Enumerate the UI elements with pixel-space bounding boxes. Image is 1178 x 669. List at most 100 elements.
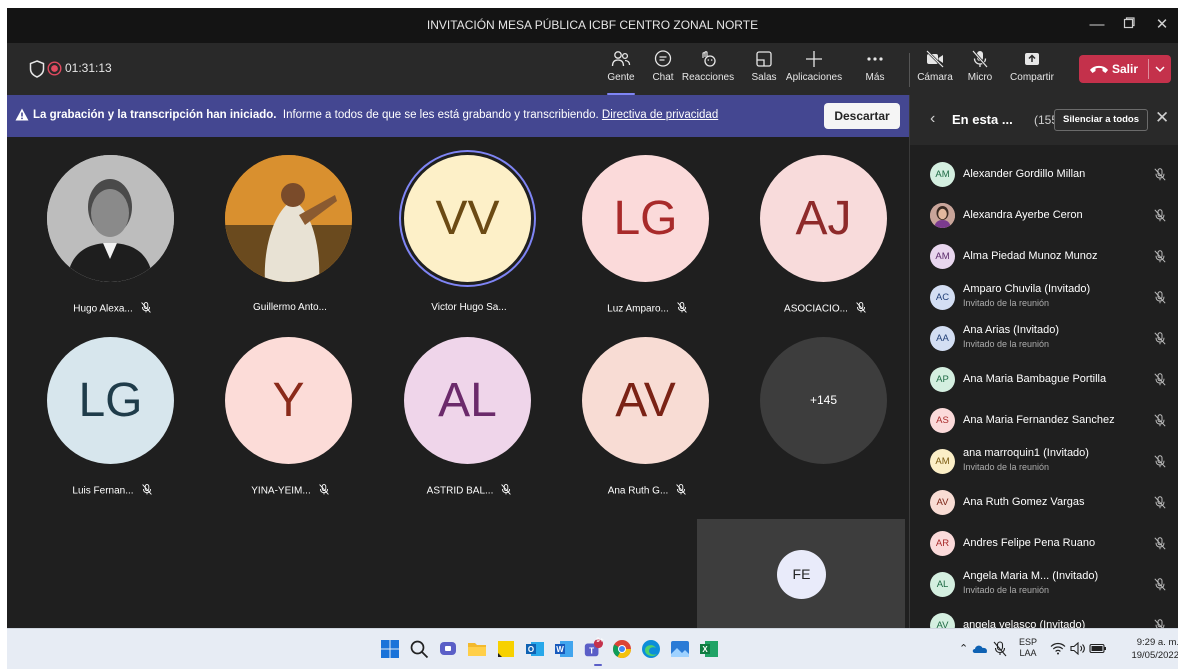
photos-icon[interactable] (670, 639, 690, 659)
search-icon[interactable] (409, 639, 429, 659)
volume-icon[interactable] (1070, 642, 1086, 655)
participant-row[interactable]: AS Ana Maria Fernandez Sanchez (910, 400, 1172, 441)
participant-avatar: AV (582, 337, 709, 464)
participant-name: Alexander Gordillo Millan (963, 168, 1086, 180)
sticky-notes-icon[interactable] (496, 639, 516, 659)
outlook-icon[interactable]: O (525, 639, 545, 659)
mic-muted-icon (1154, 209, 1166, 227)
more-button[interactable]: Más (847, 49, 903, 93)
windows-taskbar: O W T 9+ X ⌃ ESP LAA 9:29 a. m. 19/05/20… (7, 628, 1178, 669)
wifi-icon[interactable] (1050, 642, 1066, 655)
participant-tile[interactable]: Hugo Alexa... (37, 137, 177, 317)
teams-active-indicator (594, 664, 602, 666)
participant-row[interactable]: AA Ana Arias (Invitado) Invitado de la reu… (910, 318, 1172, 359)
meeting-timer: 01:31:13 (65, 61, 112, 75)
participant-name: ana marroquin1 (Invitado) (963, 447, 1089, 459)
word-icon[interactable]: W (554, 639, 574, 659)
participant-avatar: LG (582, 155, 709, 282)
participant-row[interactable]: AL Angela Maria M... (Invitado) Invitado d… (910, 564, 1172, 605)
minimize-icon[interactable]: — (1082, 13, 1112, 37)
participant-avatar: AP (930, 367, 955, 392)
participant-tile[interactable]: AL ASTRID BAL... (394, 319, 534, 499)
mic-muted-icon (1154, 291, 1166, 309)
participant-avatar: AS (930, 408, 955, 433)
privacy-link[interactable]: Directiva de privacidad (602, 109, 718, 121)
panel-close-icon[interactable]: ✕ (1155, 108, 1169, 128)
language-code: ESP (1018, 637, 1037, 647)
video-gallery: Hugo Alexa... Guillermo Anto... VV Victor H… (7, 137, 909, 629)
participant-tile[interactable]: VV Victor Hugo Sa... (394, 137, 534, 317)
participant-row[interactable]: AP Ana Maria Bambague Portilla (910, 359, 1172, 400)
banner-bold-text: La grabación y la transcripción han inic… (33, 109, 277, 121)
chevron-up-icon[interactable]: ⌃ (959, 642, 968, 655)
participant-name: Ana Arias (Invitado) (963, 324, 1059, 336)
participant-row[interactable]: AV Ana Ruth Gomez Vargas (910, 482, 1172, 523)
participant-tile[interactable]: Y YINA-YEIM... (215, 319, 355, 499)
mic-muted-tray-icon[interactable] (993, 641, 1007, 657)
recording-banner: La grabación y la transcripción han inic… (7, 95, 909, 137)
participant-photo (47, 155, 174, 282)
participant-row[interactable]: AC Amparo Chuvila (Invitado) Invitado de l… (910, 277, 1172, 318)
overflow-tile[interactable]: +145 (750, 319, 890, 499)
share-button[interactable]: Compartir (1005, 49, 1059, 93)
leave-button[interactable]: Salir (1079, 55, 1171, 83)
participant-row[interactable]: Alexandra Ayerbe Ceron (910, 195, 1172, 236)
windows-start-icon[interactable] (380, 639, 400, 659)
participant-avatar: AR (930, 531, 955, 556)
participant-name-row: Hugo Alexa... (37, 302, 187, 316)
participant-name: ASOCIACIO... (784, 303, 848, 315)
banner-text: Informe a todos de que se les está graba… (282, 109, 599, 121)
back-icon[interactable]: ‹ (930, 110, 935, 128)
participant-tile[interactable]: LG Luis Fernan... (37, 319, 177, 499)
participant-name-row: YINA-YEIM... (215, 484, 365, 498)
excel-icon[interactable]: X (699, 639, 719, 659)
mic-muted-icon (1154, 250, 1166, 268)
close-icon[interactable]: ✕ (1147, 13, 1177, 37)
system-clock[interactable]: 9:29 a. m. 19/05/2022 (1119, 636, 1178, 662)
participant-tile[interactable]: AJ ASOCIACIO... (750, 137, 890, 317)
mic-muted-icon (856, 302, 866, 316)
participant-name: Luz Amparo... (607, 303, 669, 315)
participant-name-row: ASOCIACIO... (750, 302, 900, 316)
region-code: LAA (1019, 648, 1037, 658)
teams-chat-icon[interactable] (438, 639, 458, 659)
participant-tile[interactable]: AV Ana Ruth G... (572, 319, 712, 499)
participant-row[interactable]: AR Andres Felipe Pena Ruano (910, 523, 1172, 564)
participant-tile[interactable]: LG Luz Amparo... (572, 137, 712, 317)
participant-avatar: AL (404, 337, 531, 464)
mic-button[interactable]: Micro (958, 49, 1002, 93)
mute-all-button[interactable]: Silenciar a todos (1054, 109, 1148, 131)
apps-button[interactable]: Aplicaciones (783, 49, 845, 93)
battery-icon[interactable] (1089, 643, 1107, 654)
svg-text:O: O (528, 645, 534, 654)
camera-button[interactable]: Cámara (913, 49, 957, 93)
participant-role: Invitado de la reunión (963, 462, 1050, 472)
participant-avatar: LG (47, 337, 174, 464)
participant-role: Invitado de la reunión (963, 339, 1050, 349)
shield-icon[interactable] (29, 60, 45, 78)
self-view[interactable]: FE (697, 519, 905, 629)
reactions-button[interactable]: Reacciones (677, 49, 739, 93)
leave-options-button[interactable] (1149, 55, 1171, 83)
add-icon (806, 51, 822, 67)
participant-row[interactable]: AM Alexander Gordillo Millan (910, 154, 1172, 195)
participant-tile[interactable]: Guillermo Anto... (215, 137, 355, 317)
participant-name: Luis Fernan... (72, 485, 134, 497)
file-explorer-icon[interactable] (467, 639, 487, 659)
rooms-icon (756, 51, 772, 67)
title-bar: INVITACIÓN MESA PÚBLICA ICBF CENTRO ZONA… (7, 8, 1178, 43)
onedrive-icon[interactable] (972, 643, 988, 654)
chrome-icon[interactable] (612, 639, 632, 659)
participant-role: Invitado de la reunión (963, 298, 1050, 308)
mic-muted-icon (1154, 496, 1166, 514)
participant-avatar: VV (404, 155, 531, 282)
participant-row[interactable]: AM ana marroquin1 (Invitado) Invitado de l… (910, 441, 1172, 482)
participant-name: Angela Maria M... (Invitado) (963, 570, 1099, 582)
more-icon (867, 57, 883, 61)
dismiss-button[interactable]: Descartar (824, 103, 900, 129)
participant-row[interactable]: AM Alma Piedad Munoz Munoz (910, 236, 1172, 277)
language-indicator[interactable]: ESP LAA (1017, 637, 1039, 659)
maximize-icon[interactable] (1114, 13, 1144, 37)
recording-icon (47, 61, 62, 76)
edge-icon[interactable] (641, 639, 661, 659)
